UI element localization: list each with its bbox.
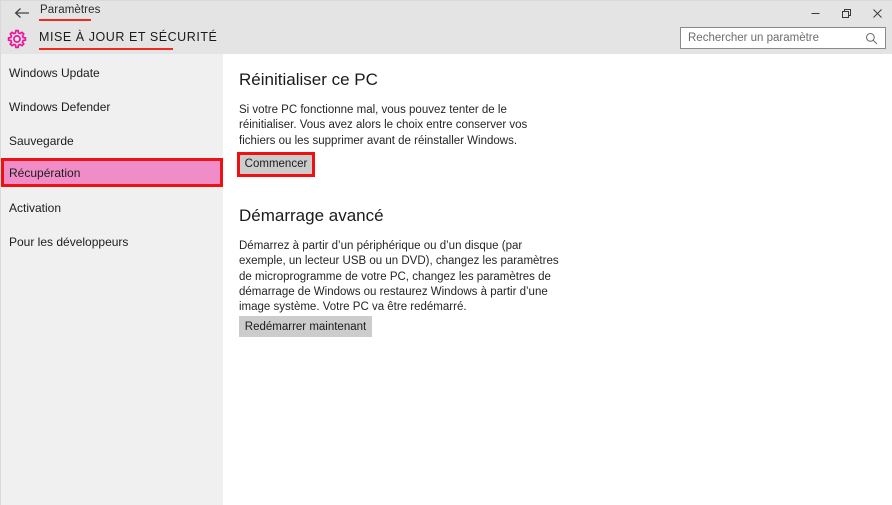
sidebar-item-label: Pour les développeurs [9,235,129,249]
title-bar: Paramètres [1,1,892,25]
sidebar-item-label: Windows Defender [9,100,111,114]
section-heading-reset-pc: Réinitialiser ce PC [239,70,378,89]
restart-now-button[interactable]: Redémarrer maintenant [239,316,372,337]
sidebar: Windows Update Windows Defender Sauvegar… [1,54,223,505]
sidebar-item-label: Activation [9,201,62,215]
section-body-reset-pc: Si votre PC fonctionne mal, vous pouvez … [239,104,528,147]
search-icon[interactable] [860,32,882,45]
back-arrow-icon[interactable] [11,3,33,23]
sidebar-item-label: Récupération [9,165,81,180]
window-controls [800,1,892,25]
sidebar-item-windows-defender[interactable]: Windows Defender [1,93,223,121]
close-icon[interactable] [862,1,892,25]
settings-window: Paramètres MISE À JOUR ET SÉCURITÉ Reche… [0,0,892,505]
app-title-underline [39,19,91,21]
sidebar-item-label: Sauvegarde [9,134,74,148]
search-box[interactable] [680,27,886,49]
search-input[interactable] [681,29,860,47]
start-reset-button[interactable]: Commencer [237,152,315,177]
section-heading-advanced-startup: Démarrage avancé [239,206,384,225]
gear-icon [5,27,29,51]
app-title: Paramètres [40,4,101,16]
minimize-icon[interactable] [800,1,831,25]
main-content: Réinitialiser ce PC Si votre PC fonction… [223,54,892,505]
sidebar-item-label: Windows Update [9,66,100,80]
page-title-underline [39,48,173,50]
section-body-advanced-startup: Démarrez à partir d’un périphérique ou d… [239,240,559,314]
page-title: MISE À JOUR ET SÉCURITÉ [39,30,218,44]
restore-icon[interactable] [831,1,862,25]
sidebar-item-pour-les-developpeurs[interactable]: Pour les développeurs [1,228,223,256]
sidebar-item-recuperation[interactable]: Récupération [1,158,223,187]
sidebar-item-activation[interactable]: Activation [1,194,223,222]
sidebar-item-windows-update[interactable]: Windows Update [1,59,223,87]
sidebar-item-sauvegarde[interactable]: Sauvegarde [1,127,223,155]
